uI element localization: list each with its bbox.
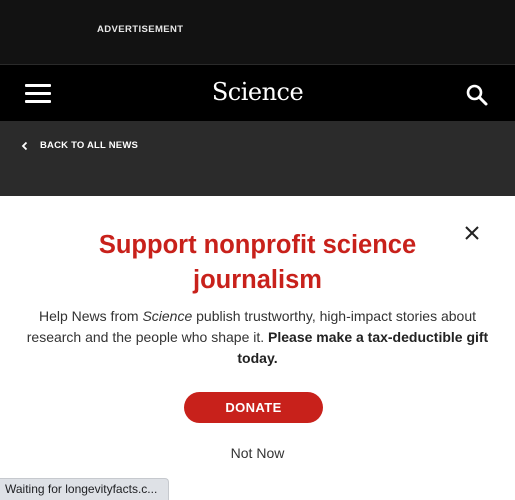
donation-modal: Support nonprofit science journalism Hel… <box>0 196 515 500</box>
modal-headline: Support nonprofit science journalism <box>98 231 417 294</box>
advertisement-label: ADVERTISEMENT <box>97 24 184 35</box>
advertisement-bar: ADVERTISEMENT <box>0 0 515 64</box>
back-to-all-news-link[interactable]: BACK TO ALL NEWS <box>20 140 138 151</box>
not-now-button[interactable]: Not Now <box>0 445 515 461</box>
back-link-label: BACK TO ALL NEWS <box>40 140 139 151</box>
sub-navigation-bar: BACK TO ALL NEWS <box>0 121 515 196</box>
close-icon[interactable] <box>462 223 482 243</box>
science-logo[interactable]: Science <box>0 78 515 106</box>
donate-button[interactable]: DONATE <box>184 392 323 423</box>
body-text-bold: Please make a tax-deductible gift today. <box>237 329 489 366</box>
search-icon[interactable] <box>465 83 489 107</box>
browser-status-bar: Waiting for longevityfacts.c... <box>0 478 169 500</box>
site-header: Science <box>0 64 515 121</box>
body-text-italic: Science <box>142 308 193 324</box>
modal-body-text: Help News from Science publish trustwort… <box>26 306 489 369</box>
chevron-left-icon <box>20 141 30 151</box>
body-text-part1: Help News from <box>38 308 143 324</box>
